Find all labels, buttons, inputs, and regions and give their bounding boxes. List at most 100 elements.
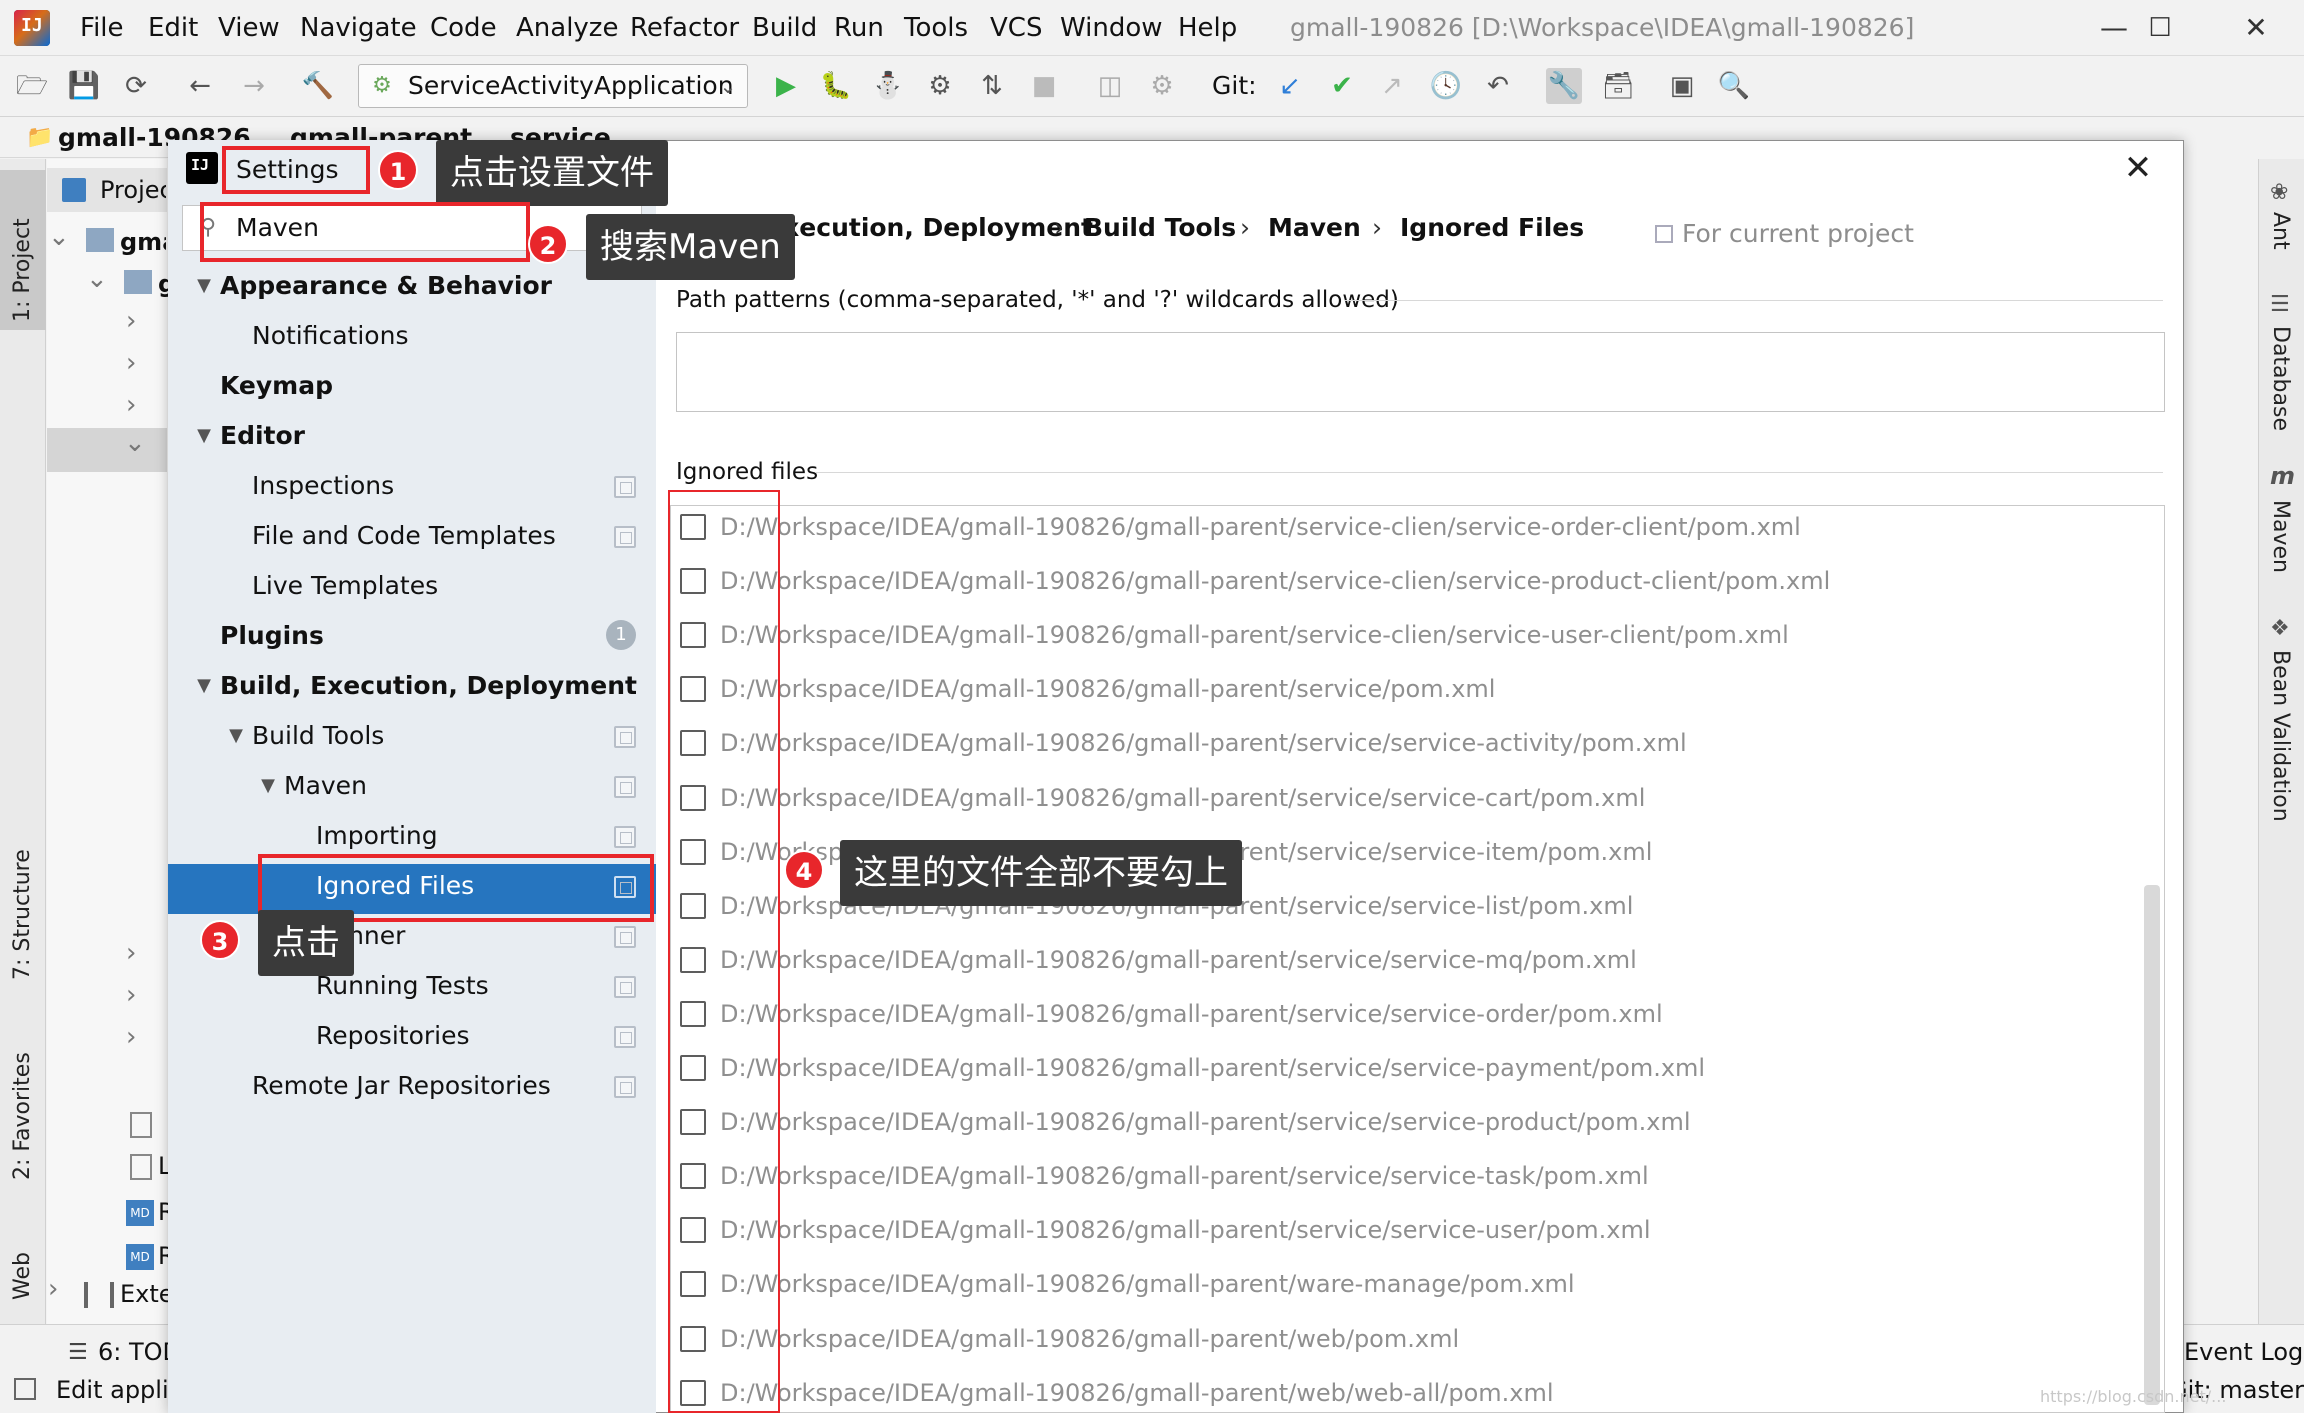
chevron-down-icon[interactable]: ▼ (192, 266, 216, 306)
ant-tool-tab[interactable]: Ant (2268, 212, 2293, 272)
chevron-down-icon[interactable]: ▼ (192, 416, 216, 456)
maximize-icon[interactable]: ☐ (2130, 8, 2190, 48)
attach-icon[interactable]: ⇅ (974, 68, 1010, 104)
deploy-icon[interactable]: ⚙ (1144, 68, 1180, 104)
menu-view[interactable]: View (218, 8, 280, 48)
tree-item-maven[interactable]: Maven (284, 766, 367, 806)
chevron-right-icon[interactable]: › (126, 1022, 136, 1052)
ignored-file-row[interactable]: D:/Workspace/IDEA/gmall-190826/gmall-par… (678, 987, 2138, 1041)
run-icon[interactable]: ▶ (768, 68, 804, 104)
chevron-down-icon[interactable]: ▼ (224, 716, 248, 756)
ignored-file-row[interactable]: D:/Workspace/IDEA/gmall-190826/gmall-par… (678, 1257, 2138, 1311)
build-hammer-icon[interactable]: 🔨 (300, 68, 336, 104)
tree-item-editor[interactable]: Editor (220, 416, 305, 456)
tree-item-build-tools[interactable]: Build Tools (252, 716, 384, 756)
ignored-file-row[interactable]: D:/Workspace/IDEA/gmall-190826/gmall-par… (678, 1366, 2138, 1413)
menu-tools[interactable]: Tools (904, 8, 968, 48)
event-log-tab[interactable]: Event Log (2184, 1332, 2304, 1372)
chevron-down-icon[interactable]: ⌄ (48, 222, 70, 252)
ignored-file-row[interactable]: D:/Workspace/IDEA/gmall-190826/gmall-par… (678, 933, 2138, 987)
sync-icon[interactable]: ⟳ (118, 68, 154, 104)
project-structure-icon[interactable]: 🗃 (1600, 68, 1636, 104)
close-icon[interactable]: ✕ (2118, 148, 2158, 188)
menu-refactor[interactable]: Refactor (630, 8, 739, 48)
breadcrumb-maven[interactable]: Maven (1268, 208, 1361, 248)
menu-code[interactable]: Code (430, 8, 497, 48)
chevron-down-icon[interactable]: ⌄ (86, 264, 108, 294)
tree-item-remote-jar-repositories[interactable]: Remote Jar Repositories (252, 1066, 551, 1106)
menu-analyze[interactable]: Analyze (516, 8, 618, 48)
menu-build[interactable]: Build (752, 8, 817, 48)
web-tool-tab[interactable]: Web (10, 1220, 35, 1300)
menu-vcs[interactable]: VCS (990, 8, 1042, 48)
maven-tool-tab[interactable]: Maven (2268, 500, 2293, 590)
tree-item-keymap[interactable]: Keymap (220, 366, 333, 406)
chevron-right-icon[interactable]: › (126, 938, 136, 968)
structure-tool-tab[interactable]: 7: Structure (10, 830, 35, 980)
git-push-icon[interactable]: ↗ (1374, 68, 1410, 104)
search-everywhere-icon[interactable]: 🔍 (1716, 68, 1752, 104)
ignored-file-row[interactable]: D:/Workspace/IDEA/gmall-190826/gmall-par… (678, 1312, 2138, 1366)
ignored-file-row[interactable]: D:/Workspace/IDEA/gmall-190826/gmall-par… (678, 662, 2138, 716)
ignored-file-row[interactable]: D:/Workspace/IDEA/gmall-190826/gmall-par… (678, 608, 2138, 662)
list-scrollbar[interactable] (2144, 885, 2160, 1405)
ignored-file-row[interactable]: D:/Workspace/IDEA/gmall-190826/gmall-par… (678, 1095, 2138, 1149)
git-commit-icon[interactable]: ✔ (1324, 68, 1360, 104)
external-libraries-label[interactable]: External Libraries (120, 1276, 168, 1312)
tree-item-notifications[interactable]: Notifications (252, 316, 408, 356)
project-md-label[interactable]: R (158, 1238, 168, 1274)
chevron-down-icon[interactable]: ▼ (256, 766, 280, 806)
menu-file[interactable]: File (80, 8, 124, 48)
tree-item-appearance-behavior[interactable]: Appearance & Behavior (220, 266, 552, 306)
debug-icon[interactable]: 🐛 (818, 68, 854, 104)
project-tool-tab[interactable]: 1: Project (10, 182, 35, 322)
terminal-icon[interactable]: ▣ (1664, 68, 1700, 104)
ignored-file-row[interactable]: D:/Workspace/IDEA/gmall-190826/gmall-par… (678, 1041, 2138, 1095)
git-update-icon[interactable]: ↙ (1272, 68, 1308, 104)
tree-item-repositories[interactable]: Repositories (316, 1016, 470, 1056)
update-icon[interactable]: ◫ (1092, 68, 1128, 104)
tree-item-live-templates[interactable]: Live Templates (252, 566, 438, 606)
project-file-label[interactable]: L (158, 1148, 168, 1184)
ignored-file-row[interactable]: D:/Workspace/IDEA/gmall-190826/gmall-par… (678, 500, 2138, 554)
project-selected-row[interactable] (47, 428, 167, 472)
chevron-right-icon[interactable]: › (48, 1274, 58, 1304)
chevron-down-icon[interactable]: ⌄ (124, 428, 146, 458)
bean-validation-tool-tab[interactable]: Bean Validation (2268, 650, 2293, 840)
menu-navigate[interactable]: Navigate (300, 8, 417, 48)
menu-help[interactable]: Help (1178, 8, 1237, 48)
forward-icon[interactable]: → (236, 68, 272, 104)
save-icon[interactable]: 💾 (66, 68, 102, 104)
back-icon[interactable]: ← (182, 68, 218, 104)
coverage-icon[interactable]: ⛄ (870, 68, 906, 104)
menu-window[interactable]: Window (1060, 8, 1163, 48)
chevron-right-icon[interactable]: › (126, 980, 136, 1010)
chevron-right-icon[interactable]: › (126, 306, 136, 336)
history-icon[interactable]: 🕓 (1428, 68, 1464, 104)
tree-item-file-code-templates[interactable]: File and Code Templates (252, 516, 556, 556)
settings-wrench-icon[interactable]: 🔧 (1546, 68, 1582, 104)
tree-item-plugins[interactable]: Plugins (220, 616, 324, 656)
stop-icon[interactable]: ■ (1026, 68, 1062, 104)
project-child-label[interactable]: g (158, 266, 168, 302)
chevron-right-icon[interactable]: › (126, 390, 136, 420)
ignored-file-row[interactable]: D:/Workspace/IDEA/gmall-190826/gmall-par… (678, 1149, 2138, 1203)
window-close-icon[interactable]: ✕ (2226, 8, 2286, 48)
profile-icon[interactable]: ⚙ (922, 68, 958, 104)
breadcrumb-build-tools[interactable]: Build Tools (1084, 208, 1236, 248)
path-patterns-input[interactable] (676, 332, 2165, 412)
tree-item-inspections[interactable]: Inspections (252, 466, 394, 506)
ignored-file-row[interactable]: D:/Workspace/IDEA/gmall-190826/gmall-par… (678, 771, 2138, 825)
ignored-file-row[interactable]: D:/Workspace/IDEA/gmall-190826/gmall-par… (678, 716, 2138, 770)
status-toggle-icon[interactable] (14, 1378, 36, 1400)
chevron-right-icon[interactable]: › (126, 348, 136, 378)
tree-item-importing[interactable]: Importing (316, 816, 438, 856)
project-root-label[interactable]: gmall (120, 224, 166, 260)
ignored-file-row[interactable]: D:/Workspace/IDEA/gmall-190826/gmall-par… (678, 554, 2138, 608)
project-md-label[interactable]: R (158, 1194, 168, 1230)
menu-edit[interactable]: Edit (148, 8, 198, 48)
ignored-file-row[interactable]: D:/Workspace/IDEA/gmall-190826/gmall-par… (678, 1203, 2138, 1257)
project-panel-title[interactable]: Project (100, 172, 166, 208)
chevron-down-icon[interactable]: ▼ (192, 666, 216, 706)
rollback-icon[interactable]: ↶ (1480, 68, 1516, 104)
